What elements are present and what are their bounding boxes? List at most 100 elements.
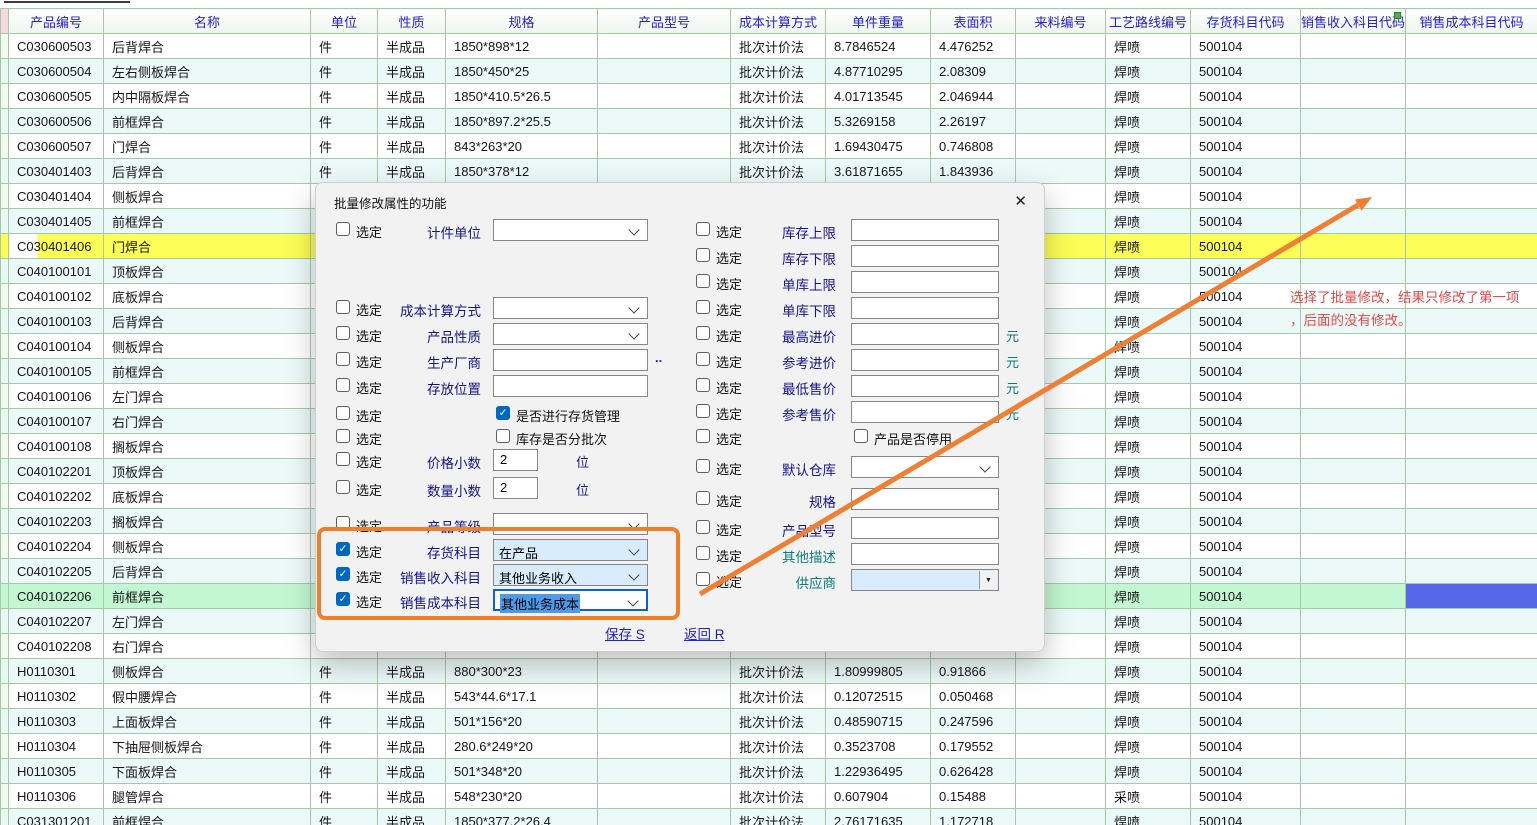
spec-select-checkbox[interactable] [696, 491, 710, 505]
cell-route[interactable]: 焊喷 [1106, 159, 1191, 184]
cell-spec[interactable]: 1850*898*12 [446, 34, 598, 59]
cell-rev_code[interactable] [1301, 234, 1406, 259]
cell-weight[interactable]: 2.76171635 [826, 809, 931, 825]
cell-name[interactable]: 假中腰焊合 [104, 684, 311, 709]
cell-unit[interactable]: 件 [311, 59, 378, 84]
cell-cost_method[interactable]: 批次计价法 [731, 134, 826, 159]
supplier-select[interactable]: ▼ [851, 569, 999, 591]
row-indicator[interactable] [1, 659, 9, 684]
cell-surface[interactable]: 0.050468 [931, 684, 1016, 709]
cell-rev_code[interactable] [1301, 634, 1406, 659]
row-indicator[interactable] [1, 434, 9, 459]
row-indicator[interactable] [1, 334, 9, 359]
cell-model[interactable] [598, 709, 731, 734]
cell-code[interactable]: C040100108 [9, 434, 104, 459]
row-indicator[interactable] [1, 409, 9, 434]
cell-cost_code[interactable] [1406, 209, 1537, 234]
cell-route[interactable]: 焊喷 [1106, 134, 1191, 159]
cell-cost_code[interactable] [1406, 84, 1537, 109]
cell-inv_code[interactable]: 500104 [1191, 584, 1301, 609]
row-indicator[interactable] [1, 759, 9, 784]
cell-code[interactable]: H0110305 [9, 759, 104, 784]
column-header[interactable]: 销售收入科目代码 [1301, 9, 1406, 34]
ref-purchase-price-select-checkbox[interactable] [696, 352, 710, 366]
cell-weight[interactable]: 0.3523708 [826, 734, 931, 759]
cell-incoming[interactable] [1016, 134, 1106, 159]
cell-cost_method[interactable]: 批次计价法 [731, 809, 826, 825]
cell-cost_method[interactable]: 批次计价法 [731, 784, 826, 809]
cell-route[interactable]: 焊喷 [1106, 709, 1191, 734]
cell-route[interactable]: 焊喷 [1106, 309, 1191, 334]
cell-route[interactable]: 焊喷 [1106, 109, 1191, 134]
cell-inv_code[interactable]: 500104 [1191, 309, 1301, 334]
cell-route[interactable]: 焊喷 [1106, 734, 1191, 759]
cell-code[interactable]: C030600505 [9, 84, 104, 109]
cell-spec[interactable]: 1850*410.5*26.5 [446, 84, 598, 109]
cell-cost_code[interactable] [1406, 259, 1537, 284]
cell-unit[interactable]: 件 [311, 34, 378, 59]
cell-code[interactable]: C040102204 [9, 534, 104, 559]
cell-name[interactable]: 底板焊合 [104, 484, 311, 509]
batch-tracked-checkbox[interactable] [496, 429, 510, 443]
cost-method-select[interactable] [493, 297, 648, 319]
cell-model[interactable] [598, 134, 731, 159]
cell-rev_code[interactable] [1301, 809, 1406, 825]
cell-code[interactable]: C030600504 [9, 59, 104, 84]
cell-code[interactable]: C040100102 [9, 284, 104, 309]
cell-route[interactable]: 焊喷 [1106, 34, 1191, 59]
cell-inv_code[interactable]: 500104 [1191, 84, 1301, 109]
cell-inv_code[interactable]: 500104 [1191, 434, 1301, 459]
cell-code[interactable]: C040100105 [9, 359, 104, 384]
cell-rev_code[interactable] [1301, 734, 1406, 759]
cell-name[interactable]: 右门焊合 [104, 409, 311, 434]
default-warehouse-select[interactable] [851, 456, 999, 478]
cell-name[interactable]: 内中隔板焊合 [104, 84, 311, 109]
cell-cost_code[interactable] [1406, 109, 1537, 134]
cell-rev_code[interactable] [1301, 259, 1406, 284]
cell-unit[interactable]: 件 [311, 159, 378, 184]
cell-code[interactable]: C040102202 [9, 484, 104, 509]
cell-rev_code[interactable] [1301, 34, 1406, 59]
cell-route[interactable]: 焊喷 [1106, 809, 1191, 825]
cell-incoming[interactable] [1016, 809, 1106, 825]
cell-code[interactable]: C031301201 [9, 809, 104, 825]
cell-cost_code[interactable] [1406, 334, 1537, 359]
save-button[interactable]: 保存 S [605, 623, 645, 643]
cell-surface[interactable]: 1.172718 [931, 809, 1016, 825]
cell-name[interactable]: 搁板焊合 [104, 434, 311, 459]
column-header[interactable]: 销售成本科目代码 [1406, 9, 1537, 34]
inventory-managed-checkbox[interactable]: ✓ [496, 406, 510, 420]
row-indicator[interactable] [1, 159, 9, 184]
manufacturer-input[interactable] [493, 349, 648, 371]
unit-of-measure-select[interactable] [493, 219, 648, 241]
ref-sale-price-input[interactable] [851, 401, 999, 423]
cell-route[interactable]: 焊喷 [1106, 509, 1191, 534]
cell-nature[interactable]: 半成品 [378, 34, 446, 59]
cell-name[interactable]: 侧板焊合 [104, 334, 311, 359]
cell-inv_code[interactable]: 500104 [1191, 159, 1301, 184]
cell-name[interactable]: 右门焊合 [104, 634, 311, 659]
cell-model[interactable] [598, 659, 731, 684]
cell-nature[interactable]: 半成品 [378, 159, 446, 184]
cell-model[interactable] [598, 109, 731, 134]
cell-name[interactable]: 后背焊合 [104, 559, 311, 584]
cell-cost_method[interactable]: 批次计价法 [731, 34, 826, 59]
cell-route[interactable]: 焊喷 [1106, 534, 1191, 559]
warehouse-lower-limit-input[interactable] [851, 297, 999, 319]
cell-spec[interactable]: 543*44.6*17.1 [446, 684, 598, 709]
row-indicator[interactable] [1, 459, 9, 484]
stock-upper-limit-input[interactable] [851, 219, 999, 241]
inventory-managed-select-checkbox[interactable] [336, 406, 350, 420]
cell-name[interactable]: 搁板焊合 [104, 509, 311, 534]
cell-cost_method[interactable]: 批次计价法 [731, 709, 826, 734]
cell-unit[interactable]: 件 [311, 659, 378, 684]
cell-cost_code[interactable] [1406, 659, 1537, 684]
row-indicator[interactable] [1, 684, 9, 709]
row-indicator[interactable] [1, 309, 9, 334]
cell-nature[interactable]: 半成品 [378, 784, 446, 809]
cell-name[interactable]: 侧板焊合 [104, 659, 311, 684]
row-indicator[interactable] [1, 34, 9, 59]
cell-inv_code[interactable]: 500104 [1191, 34, 1301, 59]
cell-cost_code[interactable] [1406, 734, 1537, 759]
cell-weight[interactable]: 0.48590715 [826, 709, 931, 734]
